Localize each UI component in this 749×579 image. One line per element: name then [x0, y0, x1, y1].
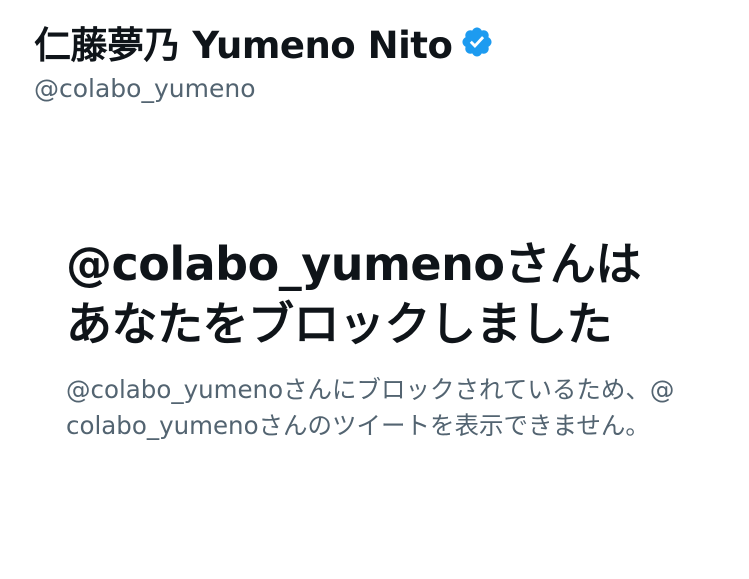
- blocked-title: @colabo_yumenoさんはあなたをブロックしました: [66, 237, 641, 351]
- profile-header: 仁藤夢乃 Yumeno Nito @colabo_yumeno: [34, 14, 729, 103]
- profile-handle: @colabo_yumeno: [34, 74, 256, 103]
- verified-badge-icon: [460, 25, 494, 59]
- blocked-description: @colabo_yumenoさんにブロックされているため、@colabo_yum…: [66, 375, 675, 440]
- display-name: 仁藤夢乃 Yumeno Nito: [34, 24, 453, 67]
- name-row: 仁藤夢乃 Yumeno Nito: [34, 14, 729, 70]
- blocked-notice: @colabo_yumenoさんはあなたをブロックしました @colabo_yu…: [66, 234, 686, 444]
